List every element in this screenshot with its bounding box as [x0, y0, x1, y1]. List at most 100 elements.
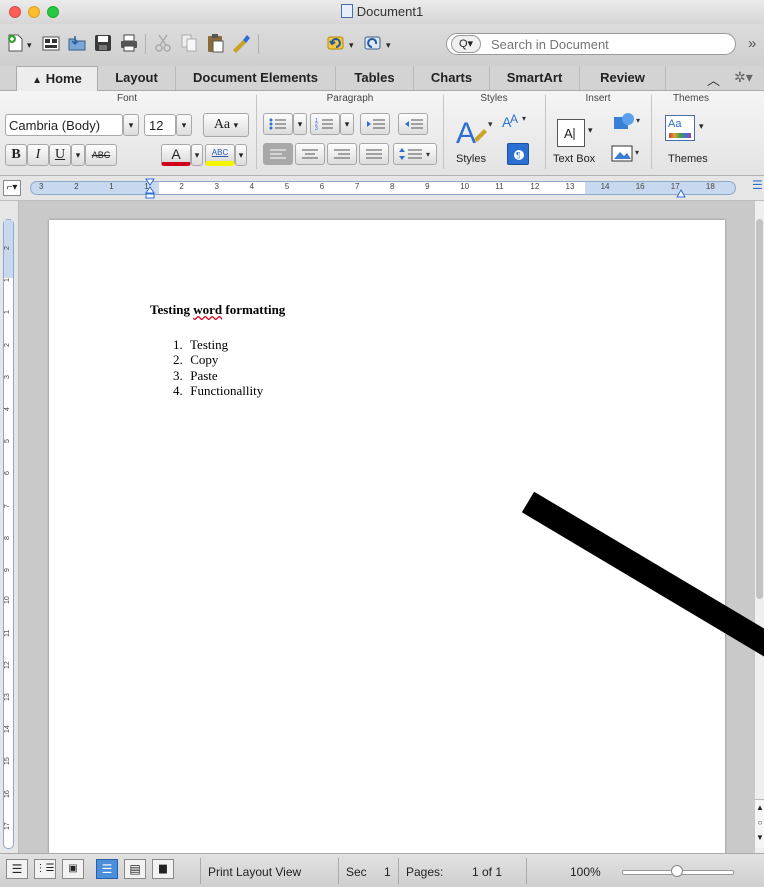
styles-pane-icon[interactable]: ¶	[507, 143, 529, 165]
undo-icon[interactable]	[325, 32, 347, 54]
bullets-button[interactable]	[263, 113, 293, 135]
text-effects-icon[interactable]: A A ▾	[500, 109, 530, 135]
home-icon: ▲	[32, 75, 43, 86]
align-right-button[interactable]	[327, 143, 357, 165]
ruler-label: 1	[4, 278, 11, 283]
align-center-button[interactable]	[295, 143, 325, 165]
align-left-button[interactable]	[263, 143, 293, 165]
ruler-label: 11	[4, 629, 11, 637]
font-color-dropdown[interactable]: ▾	[191, 144, 203, 166]
tab-smartart[interactable]: SmartArt	[490, 66, 580, 90]
list-item[interactable]: 2. Copy	[173, 352, 218, 368]
svg-text:A: A	[564, 126, 573, 141]
shape-icon[interactable]: ▾	[608, 109, 644, 135]
ruler-label: 3	[214, 182, 219, 191]
font-name-field[interactable]: Cambria (Body)	[5, 114, 123, 136]
copy-icon[interactable]	[178, 32, 200, 54]
increase-indent-button[interactable]	[398, 113, 428, 135]
list-item[interactable]: 3. Paste	[173, 368, 218, 384]
chevron-down-icon[interactable]: ▾	[349, 40, 354, 51]
ruler-label: 5	[4, 439, 11, 444]
tab-review[interactable]: Review	[580, 66, 666, 90]
decrease-indent-button[interactable]	[360, 113, 390, 135]
paste-icon[interactable]	[204, 32, 226, 54]
list-item[interactable]: 1. Testing	[173, 337, 228, 353]
bold-button[interactable]: B	[5, 144, 27, 166]
chevron-down-icon[interactable]: ▾	[386, 40, 391, 51]
publishing-view-button[interactable]: ▣	[62, 859, 84, 879]
list-item[interactable]: 4. Functionallity	[173, 383, 263, 399]
zoom-value: 100%	[570, 865, 601, 879]
styles-label[interactable]: Styles	[456, 153, 486, 165]
outline-view-button[interactable]: ⋮☰	[34, 859, 56, 879]
cut-icon[interactable]	[152, 32, 174, 54]
print-icon[interactable]	[118, 32, 140, 54]
title-bar: Document1	[0, 0, 764, 24]
ruler-track: 3 2 1 1 2 3 4 5 6 7 8 9 10 11 12 13 14 16 17 18	[30, 181, 736, 195]
ruler-toggle-icon[interactable]: ☰	[752, 178, 763, 192]
numbering-button[interactable]: 123	[310, 113, 340, 135]
tab-document-elements[interactable]: Document Elements	[176, 66, 336, 90]
font-size-field[interactable]: 12	[144, 114, 176, 136]
highlight-dropdown[interactable]: ▾	[235, 144, 247, 166]
tab-home[interactable]: ▲ Home	[16, 66, 98, 91]
strikethrough-button[interactable]: ABC	[85, 144, 117, 166]
notebook-view-button[interactable]: ▤	[124, 859, 146, 879]
scrollbar-thumb[interactable]	[756, 219, 763, 599]
numbering-dropdown[interactable]: ▾	[340, 113, 354, 135]
tab-layout[interactable]: Layout	[98, 66, 176, 90]
page-navigation-buttons[interactable]: ▲ ○ ▼	[755, 799, 764, 848]
picture-icon[interactable]: ▾	[608, 143, 644, 165]
vertical-ruler[interactable]: 2 1 1 2 3 4 5 6 7 8 9 10 11 12 13 14 15 16 17	[0, 201, 19, 853]
horizontal-ruler[interactable]: ⌐▾ 3 2 1 1 2 3 4 5 6 7 8 9 10 11 12 13 14 16 17 18 ☰	[0, 176, 764, 201]
document-heading[interactable]: Testing word formatting	[150, 302, 285, 318]
bullets-dropdown[interactable]: ▾	[293, 113, 307, 135]
themes-label[interactable]: Themes	[668, 153, 708, 165]
font-size-dropdown[interactable]: ▾	[176, 114, 192, 136]
tab-tables[interactable]: Tables	[336, 66, 414, 90]
outline-view-icon: ⋮☰	[35, 863, 55, 874]
misspelled-word[interactable]: word	[193, 302, 222, 317]
justify-button[interactable]	[359, 143, 389, 165]
underline-button[interactable]: U	[49, 144, 71, 166]
tab-stop-selector[interactable]: ⌐▾	[3, 180, 21, 196]
italic-button[interactable]: I	[27, 144, 49, 166]
focus-view-button[interactable]: ▆	[152, 859, 174, 879]
text-box-icon[interactable]: A	[557, 119, 585, 147]
chevron-down-icon[interactable]: ▾	[27, 40, 32, 51]
redo-icon[interactable]	[362, 32, 384, 54]
collapse-ribbon-icon[interactable]: ︿	[707, 70, 720, 89]
line-spacing-button[interactable]: ▾	[393, 143, 437, 165]
font-name-dropdown[interactable]: ▾	[123, 114, 139, 136]
save-icon[interactable]	[92, 32, 114, 54]
font-color-button[interactable]: A	[161, 144, 191, 166]
tab-charts[interactable]: Charts	[414, 66, 490, 90]
toolbar-overflow-button[interactable]: »	[748, 35, 756, 52]
document-page[interactable]: Testing word formatting 1. Testing 2. Co…	[49, 220, 725, 860]
open-icon[interactable]	[66, 32, 88, 54]
zoom-slider-thumb[interactable]	[671, 865, 683, 877]
vertical-scrollbar[interactable]: ▲ ○ ▼	[754, 201, 764, 853]
underline-dropdown[interactable]: ▾	[71, 144, 85, 166]
styles-gallery-icon[interactable]: A ▾	[452, 109, 496, 150]
ruler-label: 14	[600, 182, 610, 191]
ruler-label: 16	[635, 182, 645, 191]
change-case-button[interactable]: Aa ▾	[203, 113, 249, 137]
chevron-down-icon[interactable]: ▾	[699, 121, 704, 132]
ruler-label: 3	[39, 182, 44, 191]
right-indent-marker[interactable]	[676, 187, 686, 201]
gear-icon[interactable]: ✲▾	[734, 69, 753, 86]
search-field[interactable]: Q▾	[446, 33, 736, 55]
format-painter-icon[interactable]	[230, 32, 252, 54]
draft-view-button[interactable]: ☰	[6, 859, 28, 879]
themes-icon[interactable]: Aa	[665, 115, 695, 141]
first-line-indent-marker[interactable]	[145, 178, 155, 203]
chevron-down-icon[interactable]: ▾	[588, 125, 593, 136]
search-icon[interactable]: Q▾	[451, 35, 481, 53]
highlight-button[interactable]: ABC	[205, 144, 235, 166]
search-input[interactable]	[489, 36, 723, 53]
templates-icon[interactable]	[40, 32, 62, 54]
print-layout-view-button[interactable]: ☰	[96, 859, 118, 879]
text-box-label[interactable]: Text Box	[553, 153, 595, 165]
new-doc-icon[interactable]	[4, 32, 26, 54]
